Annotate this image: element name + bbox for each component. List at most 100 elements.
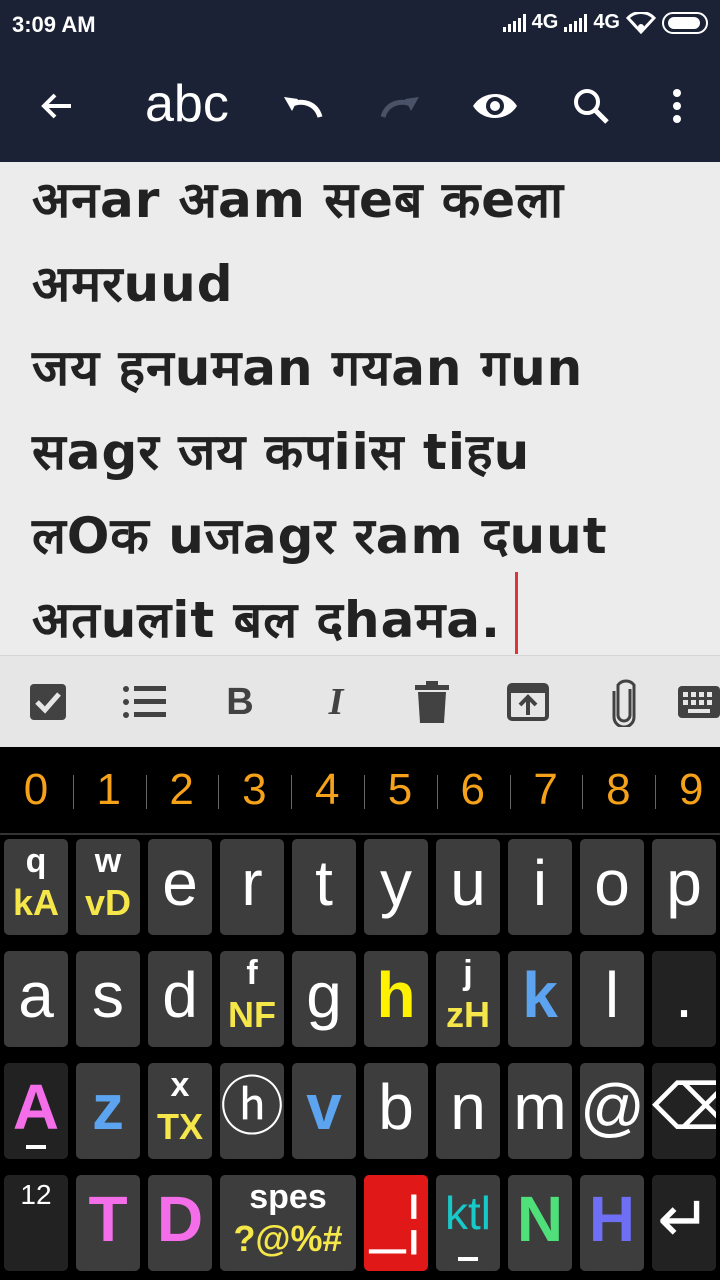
key-s[interactable]: s (76, 951, 140, 1047)
italic-icon[interactable]: I (304, 656, 368, 748)
eye-icon[interactable] (460, 50, 530, 162)
key-d[interactable]: d (148, 951, 212, 1047)
number-key-1[interactable]: 1 (73, 765, 145, 815)
key-label: . (675, 959, 693, 1031)
delete-icon[interactable] (400, 656, 464, 748)
text-editor[interactable]: अनar अam सeब कeला अमरuud जय हनuमan गयan … (0, 162, 720, 655)
key-label: A (12, 1071, 60, 1143)
enter-icon[interactable]: ↵ (652, 1175, 716, 1271)
key-e[interactable]: e (148, 839, 212, 935)
text-caret (515, 572, 518, 654)
number-separator (72, 775, 74, 809)
key-i[interactable]: i (508, 839, 572, 935)
number-key-8[interactable]: 8 (582, 765, 654, 815)
key-label: 12 (20, 1179, 52, 1210)
number-key-0[interactable]: 0 (0, 765, 72, 815)
signal-icon (502, 13, 526, 32)
key-p[interactable]: p (652, 839, 716, 935)
key-label: z (92, 1071, 124, 1143)
key-v[interactable]: v (292, 1063, 356, 1159)
key-g[interactable]: g (292, 951, 356, 1047)
signal-icon (564, 13, 588, 32)
key-underscore-mark (26, 1145, 46, 1149)
key-secondary-label: vD (84, 882, 132, 923)
key-label: n (450, 1071, 486, 1143)
key-j[interactable]: j zH (436, 951, 500, 1047)
number-key-7[interactable]: 7 (510, 765, 582, 815)
number-separator (291, 775, 293, 809)
key-secondary-label: zH (446, 994, 490, 1035)
key-label: N (516, 1183, 564, 1255)
key-ktl[interactable]: ktl (436, 1175, 500, 1271)
key-D[interactable]: D (148, 1175, 212, 1271)
key-primary-label: w (94, 842, 122, 880)
key-[interactable]: @ (580, 1063, 644, 1159)
key-12[interactable]: 12 (4, 1175, 68, 1271)
number-key-5[interactable]: 5 (364, 765, 436, 815)
key-a[interactable]: a (4, 951, 68, 1047)
key-n[interactable]: n (436, 1063, 500, 1159)
key-A[interactable]: A (4, 1063, 68, 1159)
bold-icon[interactable]: B (208, 656, 272, 748)
bullet-list-icon[interactable] (112, 656, 176, 748)
attach-icon[interactable] (592, 656, 656, 748)
key-m[interactable]: m (508, 1063, 572, 1159)
key-h[interactable]: h (364, 951, 428, 1047)
key-label: s (92, 959, 124, 1031)
number-separator (436, 775, 438, 809)
search-icon[interactable] (556, 50, 626, 162)
key-label: ↵ (657, 1183, 711, 1255)
key-u[interactable]: u (436, 839, 500, 935)
key-b[interactable]: b (364, 1063, 428, 1159)
status-time: 3:09 AM (12, 12, 96, 37)
key-label: D (156, 1183, 204, 1255)
wifi-icon (626, 11, 656, 34)
app-toolbar: abc (0, 50, 720, 162)
key-primary-label: j (463, 954, 473, 992)
network-type-1: 4G (531, 11, 559, 33)
key-T[interactable]: T (76, 1175, 140, 1271)
key-label: y (380, 847, 412, 919)
redo-icon[interactable] (365, 50, 435, 162)
editor-line: जय हनuमan गयan गun (32, 339, 584, 397)
number-key-2[interactable]: 2 (146, 765, 218, 815)
number-key-4[interactable]: 4 (291, 765, 363, 815)
key-t[interactable]: t (292, 839, 356, 935)
key-f[interactable]: f NF (220, 951, 284, 1047)
number-key-3[interactable]: 3 (218, 765, 290, 815)
key-label: r (241, 847, 263, 919)
checkbox-icon[interactable] (16, 656, 80, 748)
document-title[interactable]: abc (145, 74, 229, 134)
editor-line: अनar अam सeब कeला (32, 171, 565, 229)
share-icon[interactable] (496, 656, 560, 748)
key-z[interactable]: z (76, 1063, 140, 1159)
editor-line: अतuलit बल दhaमa. (32, 591, 502, 649)
undo-icon[interactable] (268, 50, 338, 162)
editor-line: सagर जय कपiiस tiहu (32, 423, 531, 481)
key-o[interactable]: o (580, 839, 644, 935)
key-r[interactable]: r (220, 839, 284, 935)
key-label: h (376, 959, 416, 1031)
more-vert-icon[interactable] (642, 50, 712, 162)
key-spes[interactable]: spes ?@%# (220, 1175, 356, 1271)
key-l[interactable]: l (580, 951, 644, 1047)
key-N[interactable]: N (508, 1175, 572, 1271)
number-key-6[interactable]: 6 (437, 765, 509, 815)
key-x[interactable]: x TX (148, 1063, 212, 1159)
editor-line: लOक uजagर रam दuut (32, 507, 608, 565)
status-bar: 3:09 AM 4G 4G (0, 0, 720, 50)
key-q[interactable]: q kA (4, 839, 68, 935)
key-[interactable]: . (652, 951, 716, 1047)
keyboard-icon[interactable] (678, 656, 720, 748)
key-H[interactable]: H (580, 1175, 644, 1271)
key-w[interactable]: w vD (76, 839, 140, 935)
number-key-9[interactable]: 9 (655, 765, 720, 815)
red-cursor-key[interactable]: _¦ (364, 1175, 428, 1271)
key-label: @ (580, 1071, 644, 1143)
key-label: H (588, 1183, 636, 1255)
key-[interactable]: ⓗ (220, 1063, 284, 1159)
backspace-icon[interactable]: ⌫ (652, 1063, 716, 1159)
key-y[interactable]: y (364, 839, 428, 935)
back-arrow-icon[interactable] (22, 50, 92, 162)
key-k[interactable]: k (508, 951, 572, 1047)
